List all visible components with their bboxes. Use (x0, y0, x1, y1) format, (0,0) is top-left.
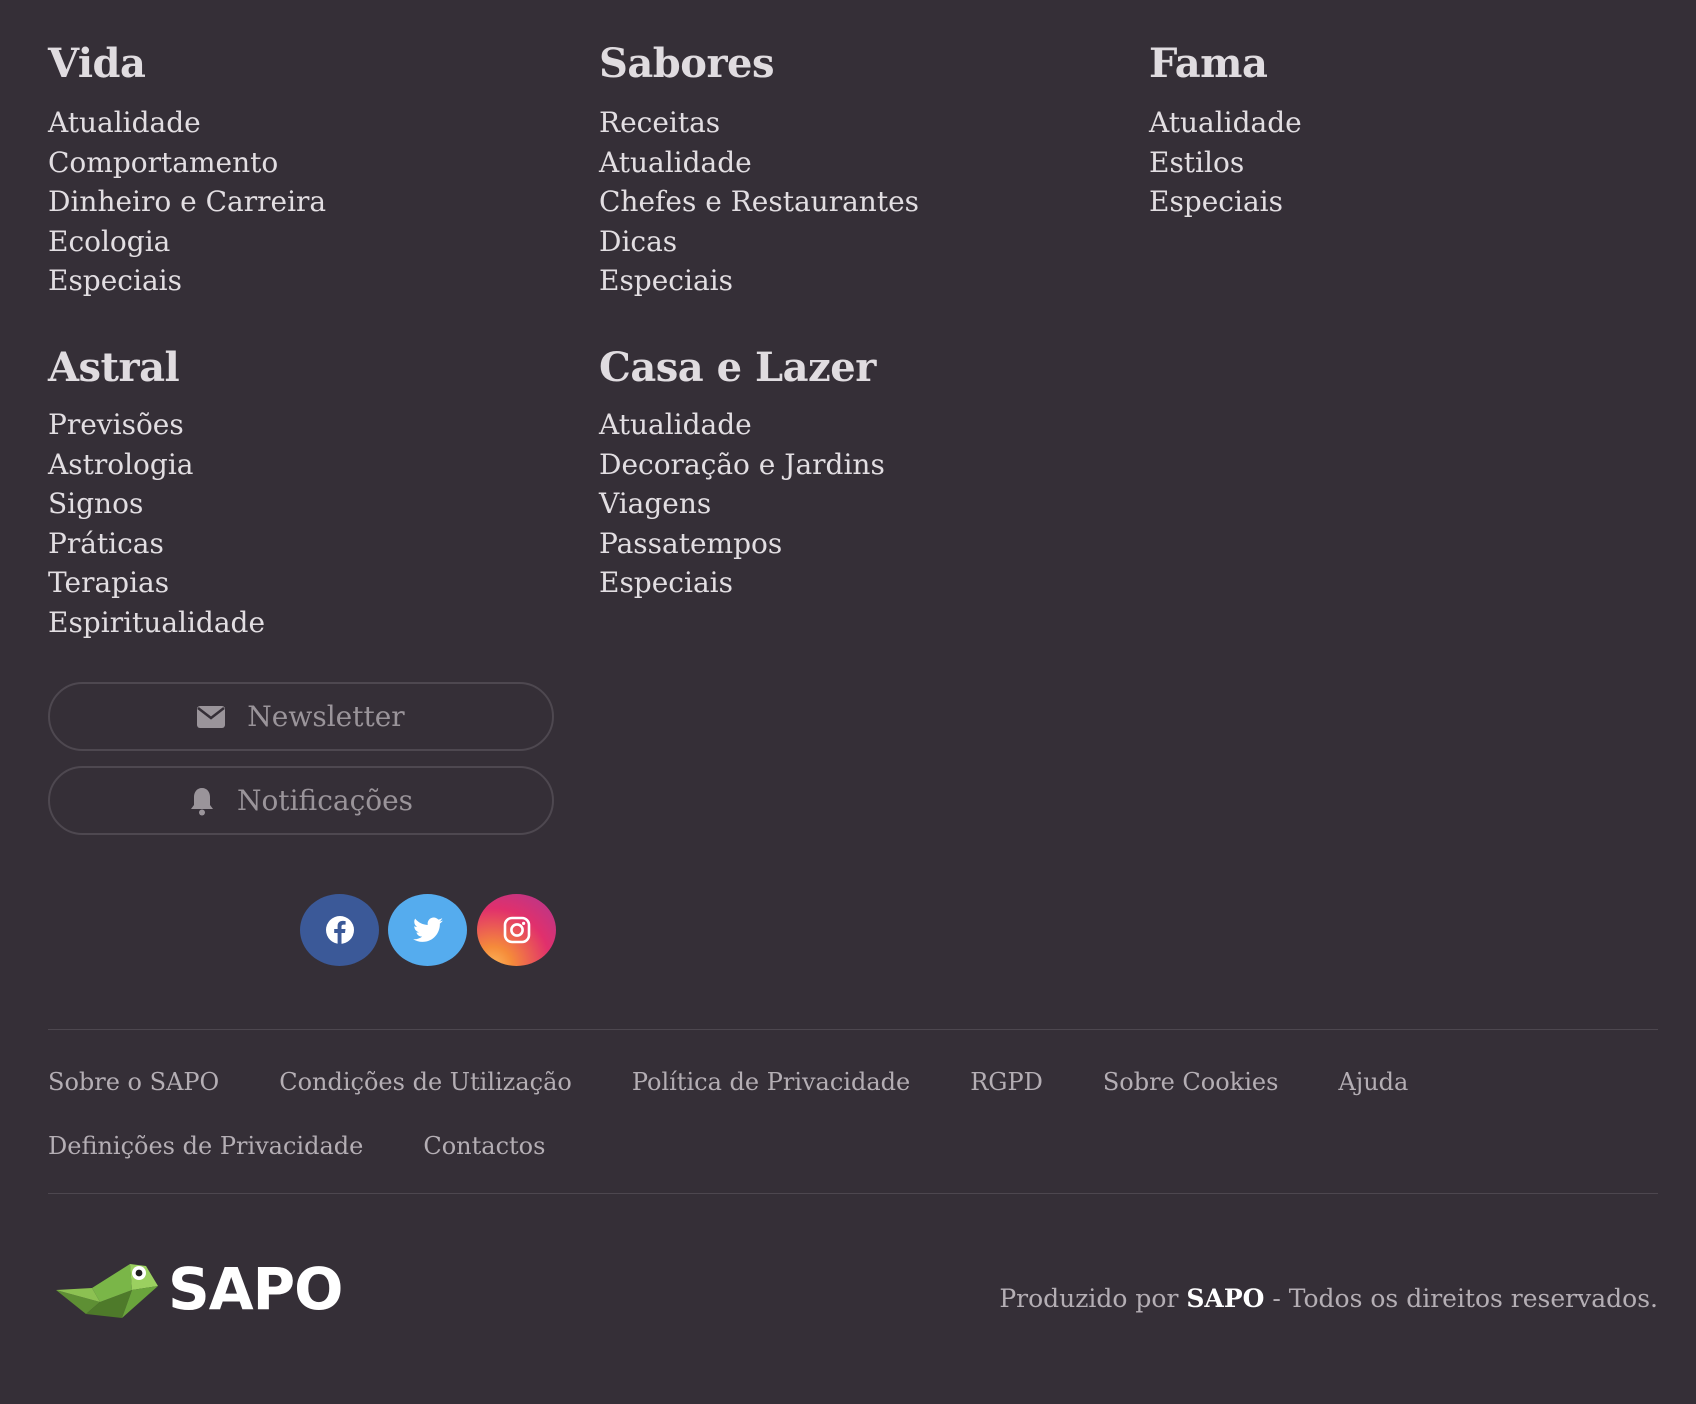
notifications-button[interactable]: Notificações (48, 766, 554, 835)
bell-icon (190, 787, 213, 815)
notifications-label: Notificações (236, 784, 414, 817)
legal-links: Sobre o SAPO Condições de Utilização Pol… (48, 1050, 1658, 1178)
link-sabores-receitas[interactable]: Receitas (599, 103, 919, 143)
instagram-button[interactable] (477, 894, 556, 966)
link-sabores-especiais[interactable]: Especiais (599, 261, 919, 301)
link-politica-privacidade[interactable]: Política de Privacidade (632, 1068, 910, 1096)
newsletter-label: Newsletter (247, 700, 405, 733)
divider-bottom (48, 1193, 1658, 1194)
section-title-astral[interactable]: Astral (48, 348, 265, 388)
link-astral-espiritualidade[interactable]: Espiritualidade (48, 603, 265, 643)
link-astral-signos[interactable]: Signos (48, 484, 265, 524)
section-astral: Astral Previsões Astrologia Signos Práti… (48, 348, 265, 642)
legal-row-2: Definições de Privacidade Contactos (48, 1114, 1658, 1178)
link-fama-atualidade[interactable]: Atualidade (1149, 103, 1302, 143)
link-vida-comportamento[interactable]: Comportamento (48, 143, 326, 183)
legal-row-1: Sobre o SAPO Condições de Utilização Pol… (48, 1050, 1658, 1114)
facebook-icon (325, 916, 354, 944)
section-title-vida[interactable]: Vida (48, 44, 326, 84)
section-title-casa-lazer[interactable]: Casa e Lazer (599, 348, 885, 388)
link-ajuda[interactable]: Ajuda (1338, 1068, 1408, 1096)
link-vida-especiais[interactable]: Especiais (48, 261, 326, 301)
link-vida-ecologia[interactable]: Ecologia (48, 222, 326, 262)
envelope-icon (197, 705, 226, 728)
divider-top (48, 1029, 1658, 1030)
link-astral-previsoes[interactable]: Previsões (48, 405, 265, 445)
copyright-suffix: - Todos os direitos reservados. (1272, 1284, 1658, 1313)
twitter-icon (412, 917, 443, 942)
link-vida-dinheiro-carreira[interactable]: Dinheiro e Carreira (48, 182, 326, 222)
facebook-button[interactable] (300, 894, 379, 966)
link-vida-atualidade[interactable]: Atualidade (48, 103, 326, 143)
link-sabores-dicas[interactable]: Dicas (599, 222, 919, 262)
link-casa-decoracao[interactable]: Decoração e Jardins (599, 445, 885, 485)
link-sabores-chefes[interactable]: Chefes e Restaurantes (599, 182, 919, 222)
logo-text: SAPO (168, 1255, 343, 1323)
link-fama-especiais[interactable]: Especiais (1149, 182, 1302, 222)
link-sabores-atualidade[interactable]: Atualidade (599, 143, 919, 183)
section-fama: Fama Atualidade Estilos Especiais (1149, 44, 1302, 222)
frog-logo-icon (56, 1264, 158, 1318)
link-casa-atualidade[interactable]: Atualidade (599, 405, 885, 445)
copyright-prefix: Produzido por (999, 1284, 1179, 1313)
link-sobre-sapo[interactable]: Sobre o SAPO (48, 1068, 219, 1096)
section-casa-lazer: Casa e Lazer Atualidade Decoração e Jard… (599, 348, 885, 603)
link-rgpd[interactable]: RGPD (970, 1068, 1043, 1096)
instagram-icon (503, 916, 530, 944)
link-casa-passatempos[interactable]: Passatempos (599, 524, 885, 564)
link-astral-terapias[interactable]: Terapias (48, 563, 265, 603)
link-astral-astrologia[interactable]: Astrologia (48, 445, 265, 485)
section-title-fama[interactable]: Fama (1149, 44, 1302, 84)
copyright-brand-link[interactable]: SAPO (1186, 1284, 1264, 1313)
link-casa-viagens[interactable]: Viagens (599, 484, 885, 524)
newsletter-button[interactable]: Newsletter (48, 682, 554, 751)
link-fama-estilos[interactable]: Estilos (1149, 143, 1302, 183)
link-condicoes-utilizacao[interactable]: Condições de Utilização (279, 1068, 572, 1096)
section-vida: Vida Atualidade Comportamento Dinheiro e… (48, 44, 326, 301)
link-sobre-cookies[interactable]: Sobre Cookies (1103, 1068, 1279, 1096)
section-title-sabores[interactable]: Sabores (599, 44, 919, 84)
link-contactos[interactable]: Contactos (423, 1132, 545, 1160)
copyright-notice: Produzido por SAPO - Todos os direitos r… (999, 1284, 1658, 1313)
link-definicoes-privacidade[interactable]: Definições de Privacidade (48, 1132, 363, 1160)
link-casa-especiais[interactable]: Especiais (599, 563, 885, 603)
sapo-logo[interactable]: SAPO (56, 1255, 343, 1323)
twitter-button[interactable] (388, 894, 467, 966)
section-sabores: Sabores Receitas Atualidade Chefes e Res… (599, 44, 919, 301)
link-astral-praticas[interactable]: Práticas (48, 524, 265, 564)
